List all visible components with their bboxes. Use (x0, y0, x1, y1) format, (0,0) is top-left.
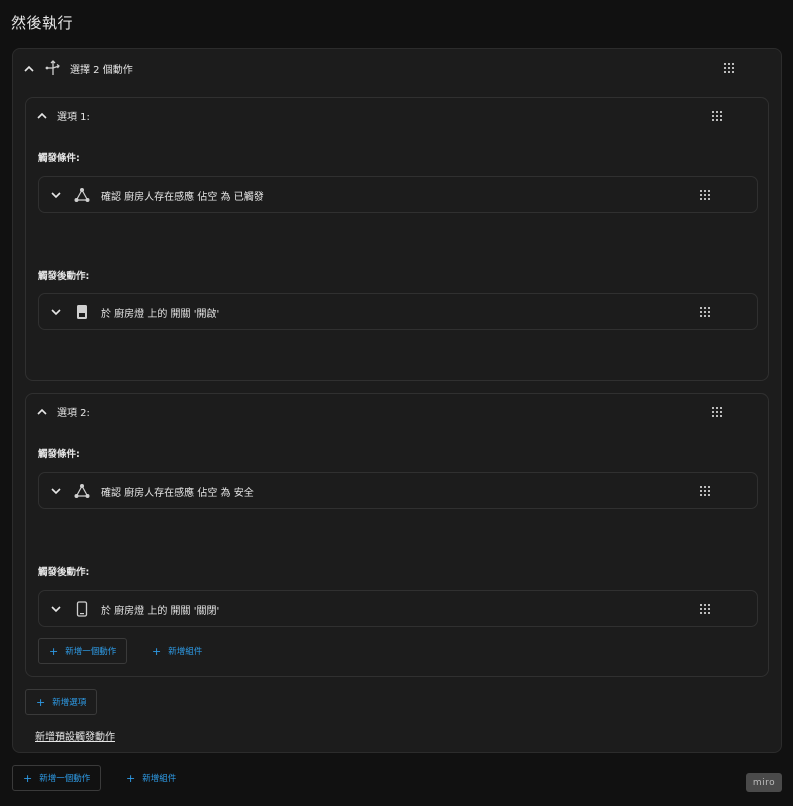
plus-icon: + (126, 771, 136, 785)
add-action-button[interactable]: + 新增一個動作 (12, 765, 102, 791)
option-card-1: 選項 1: 觸發條件: 確認 廚房人存在感應 佔空 為 已觸發 觸發後動作: 於… (25, 97, 769, 381)
chevron-down-icon[interactable] (49, 305, 63, 319)
condition-device-icon (73, 186, 91, 204)
plus-icon: + (36, 695, 46, 709)
drag-handle-icon[interactable] (712, 111, 722, 121)
chevron-down-icon[interactable] (49, 188, 63, 202)
option-header-2[interactable]: 選項 2: (35, 404, 90, 419)
condition-row[interactable]: 確認 廚房人存在感應 佔空 為 安全 (38, 472, 758, 509)
chevron-down-icon[interactable] (49, 602, 63, 616)
action-text: 於 廚房燈 上的 開關 '開啟' (101, 308, 220, 320)
option-card-2: 選項 2: 觸發條件: 確認 廚房人存在感應 佔空 為 安全 觸發後動作: 於 … (25, 393, 769, 677)
drag-handle-icon[interactable] (700, 190, 710, 200)
conditions-label: 觸發條件: (38, 153, 80, 164)
phone-device-icon (73, 600, 91, 618)
actions-label: 觸發後動作: (38, 567, 90, 578)
action-row[interactable]: 於 廚房燈 上的 開關 '關閉' (38, 590, 758, 627)
switch-device-icon (73, 303, 91, 321)
add-option-button[interactable]: + 新增選項 (25, 689, 98, 715)
conditions-label: 觸發條件: (38, 449, 80, 460)
drag-handle-icon[interactable] (700, 486, 710, 496)
page-title: 然後執行 (11, 14, 74, 32)
miro-badge: miro (746, 773, 782, 792)
add-block-button[interactable]: + 新增組件 (116, 765, 186, 791)
chevron-up-icon[interactable] (35, 109, 49, 123)
plus-icon: + (49, 644, 59, 658)
condition-device-icon (73, 482, 91, 500)
action-text: 於 廚房燈 上的 開關 '關閉' (101, 605, 220, 617)
action-row[interactable]: 於 廚房燈 上的 開關 '開啟' (38, 293, 758, 330)
choose-action-header[interactable]: 選擇 2 個動作 (22, 59, 133, 77)
drag-handle-icon[interactable] (700, 604, 710, 614)
choose-arrows-icon (44, 59, 62, 77)
choose-action-card: 選擇 2 個動作 選項 1: 觸發條件: 確認 廚房人存在感應 佔空 為 已觸發… (12, 48, 782, 753)
chevron-up-icon[interactable] (22, 61, 36, 75)
plus-icon: + (152, 644, 162, 658)
condition-text: 確認 廚房人存在感應 佔空 為 安全 (101, 487, 254, 499)
option-label: 選項 1: (57, 112, 90, 123)
add-action-button[interactable]: + 新增一個動作 (38, 638, 128, 664)
choose-action-label: 選擇 2 個動作 (70, 64, 133, 76)
add-default-actions-link[interactable]: 新增預設觸發動作 (35, 728, 115, 743)
drag-handle-icon[interactable] (700, 307, 710, 317)
option-header-1[interactable]: 選項 1: (35, 108, 90, 123)
drag-handle-icon[interactable] (712, 407, 722, 417)
option-label: 選項 2: (57, 408, 90, 419)
chevron-down-icon[interactable] (49, 484, 63, 498)
actions-label: 觸發後動作: (38, 271, 90, 282)
drag-handle-icon[interactable] (724, 63, 734, 73)
condition-text: 確認 廚房人存在感應 佔空 為 已觸發 (101, 191, 264, 203)
chevron-up-icon[interactable] (35, 405, 49, 419)
condition-row[interactable]: 確認 廚房人存在感應 佔空 為 已觸發 (38, 176, 758, 213)
plus-icon: + (23, 771, 33, 785)
add-block-button[interactable]: + 新增組件 (142, 638, 212, 664)
